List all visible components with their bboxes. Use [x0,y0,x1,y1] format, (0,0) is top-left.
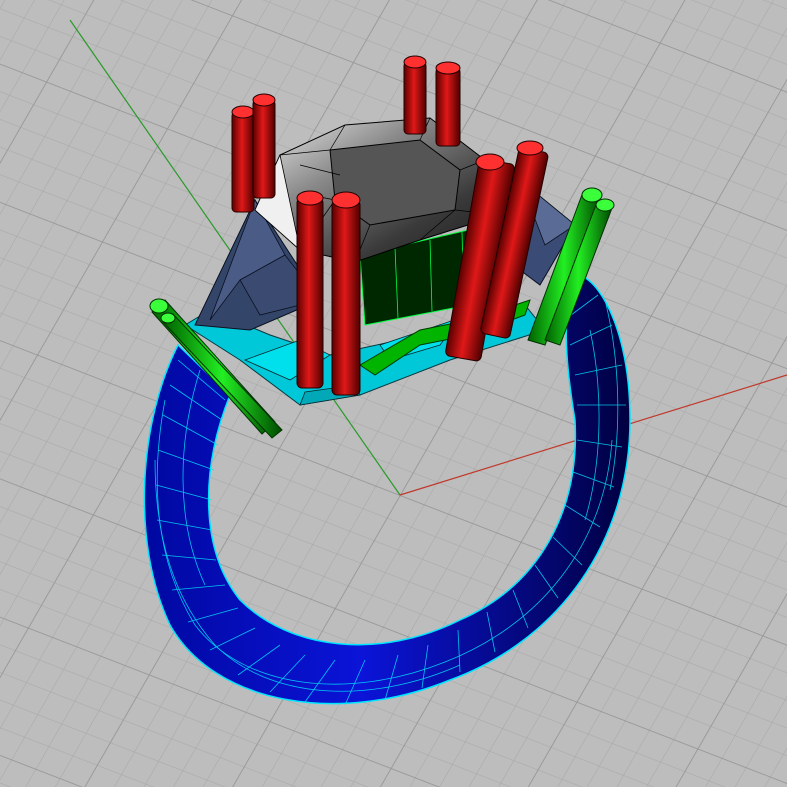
viewport-canvas[interactable] [0,0,787,787]
3d-viewport[interactable] [0,0,787,787]
prongs-back-left[interactable] [231,93,276,213]
